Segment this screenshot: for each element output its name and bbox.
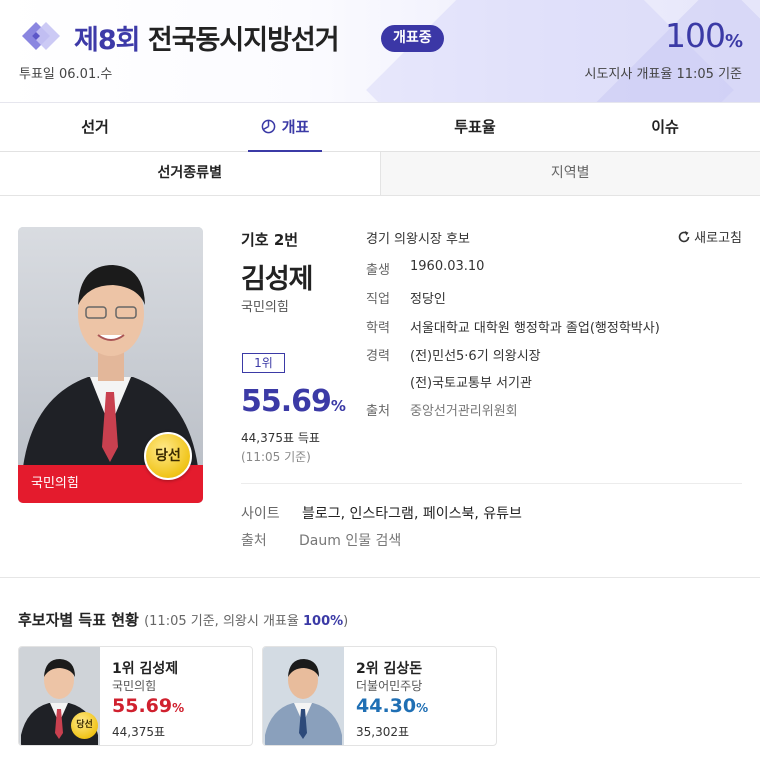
- result-share-unit: %: [416, 701, 429, 715]
- result-votes: 35,302표: [356, 725, 410, 739]
- vote-share-value: 55.69: [241, 384, 332, 419]
- person-search-link[interactable]: Daum 인물 검색: [299, 533, 401, 549]
- election-logo-icon: [22, 22, 60, 50]
- result-votes: 44,375표: [112, 725, 166, 739]
- subtab-by-region[interactable]: 지역별: [381, 152, 760, 195]
- candidate-number: 기호 2번: [241, 231, 299, 249]
- profile-value: 1960.03.10: [410, 259, 485, 274]
- result-name: 김성제: [139, 661, 179, 677]
- title-text: 전국동시지방선거: [139, 25, 340, 56]
- profile-key: 직업: [366, 292, 390, 307]
- election-header: 제8회 전국동시지방선거 개표중 투표일 06.01.수 100% 시도지사 개…: [0, 0, 760, 103]
- candidate-result-card[interactable]: 2위 김상돈 더불어민주당 44.30% 35,302표: [262, 646, 497, 746]
- count-rate-caption: 시도지사 개표율 11:05 기준: [584, 67, 742, 82]
- page-title: 제8회 전국동시지방선거: [74, 18, 340, 57]
- site-links: 사이트 블로그, 인스타그램, 페이스북, 유튜브: [241, 503, 522, 523]
- vote-share-unit: %: [330, 397, 346, 415]
- site-link-list[interactable]: 블로그, 인스타그램, 페이스북, 유튜브: [302, 506, 522, 522]
- result-rank-name: 1위 김성제: [112, 658, 178, 678]
- overall-count-value: 100: [664, 16, 726, 55]
- pie-chart-icon: [261, 119, 276, 134]
- section-meta-pct: 100%: [302, 614, 344, 629]
- section-title-text: 후보자별 득표 현황: [18, 611, 139, 629]
- results-section-title: 후보자별 득표 현황 (11:05 기준, 의왕시 개표율 100%): [18, 609, 348, 630]
- profile-key: 출생: [366, 263, 390, 278]
- refresh-icon: [678, 231, 690, 243]
- person-source: 출처 Daum 인물 검색: [241, 530, 401, 550]
- vote-date: 투표일 06.01.수: [19, 67, 113, 82]
- overall-count-rate: 100%: [664, 16, 743, 55]
- tab-label: 개표: [281, 118, 310, 136]
- subtab-by-election-type[interactable]: 선거종류별: [0, 152, 381, 195]
- result-party: 국민의힘: [112, 679, 157, 693]
- tab-label: 투표율: [454, 118, 496, 136]
- counting-status-badge: 개표중: [381, 25, 444, 52]
- rank-badge: 1위: [242, 353, 285, 373]
- result-rank: 1위: [112, 661, 135, 677]
- section-meta-post: ): [343, 614, 349, 629]
- tab-label: 이슈: [651, 118, 679, 136]
- result-share: 44.30%: [356, 695, 428, 717]
- section-divider: [0, 577, 760, 578]
- candidate-result-card[interactable]: 당선 1위 김성제 국민의힘 55.69% 44,375표: [18, 646, 253, 746]
- candidate-thumbnail: [263, 647, 344, 745]
- elected-badge: 당선: [144, 432, 192, 480]
- result-party: 더불어민주당: [356, 679, 423, 693]
- section-meta: (11:05 기준, 의왕시 개표율 100%): [144, 614, 348, 629]
- profile-value: (전)민선5·6기 의왕시장: [410, 349, 541, 364]
- profile-key: 학력: [366, 321, 390, 336]
- source-key: 출처: [241, 533, 267, 549]
- candidate-party: 국민의힘: [241, 300, 289, 315]
- refresh-label: 새로고침: [694, 231, 742, 246]
- result-share-value: 44.30: [356, 695, 417, 717]
- profile-key: 경력: [366, 349, 390, 364]
- result-rank-name: 2위 김상돈: [356, 658, 422, 678]
- sub-tabs: 선거종류별 지역별: [0, 152, 760, 196]
- tab-turnout[interactable]: 투표율: [380, 103, 570, 151]
- tab-label: 선거: [81, 118, 109, 136]
- section-meta-pre: (11:05 기준, 의왕시 개표율: [144, 614, 303, 629]
- tab-issue[interactable]: 이슈: [570, 103, 760, 151]
- candidate-vote-share: 55.69%: [241, 384, 346, 419]
- elected-badge-small: 당선: [71, 712, 98, 739]
- refresh-button[interactable]: 새로고침: [677, 227, 742, 246]
- result-rank: 2위: [356, 661, 379, 677]
- candidate-name: 김성제: [241, 264, 314, 295]
- profile-value: (전)국토교통부 서기관: [410, 376, 532, 391]
- result-share-unit: %: [172, 701, 185, 715]
- profile-key: 출처: [366, 404, 390, 419]
- candidate-vote-count: 44,375표 득표: [241, 431, 320, 445]
- site-key: 사이트: [241, 506, 280, 522]
- main-tabs: 선거 개표 투표율 이슈: [0, 103, 760, 152]
- overall-count-unit: %: [724, 31, 743, 52]
- divider: [241, 483, 742, 484]
- tab-election[interactable]: 선거: [0, 103, 190, 151]
- profile-value: 서울대학교 대학원 행정학과 졸업(행정학박사): [410, 321, 660, 336]
- profile-value: 정당인: [410, 292, 446, 307]
- race-title: 경기 의왕시장 후보: [366, 232, 470, 247]
- result-share: 55.69%: [112, 695, 184, 717]
- title-number: 제8회: [74, 25, 140, 56]
- profile-value: 중앙선거관리위원회: [410, 404, 518, 419]
- result-name: 김상돈: [383, 661, 423, 677]
- result-share-value: 55.69: [112, 695, 173, 717]
- as-of-time: (11:05 기준): [241, 450, 311, 464]
- tab-count[interactable]: 개표: [190, 103, 380, 151]
